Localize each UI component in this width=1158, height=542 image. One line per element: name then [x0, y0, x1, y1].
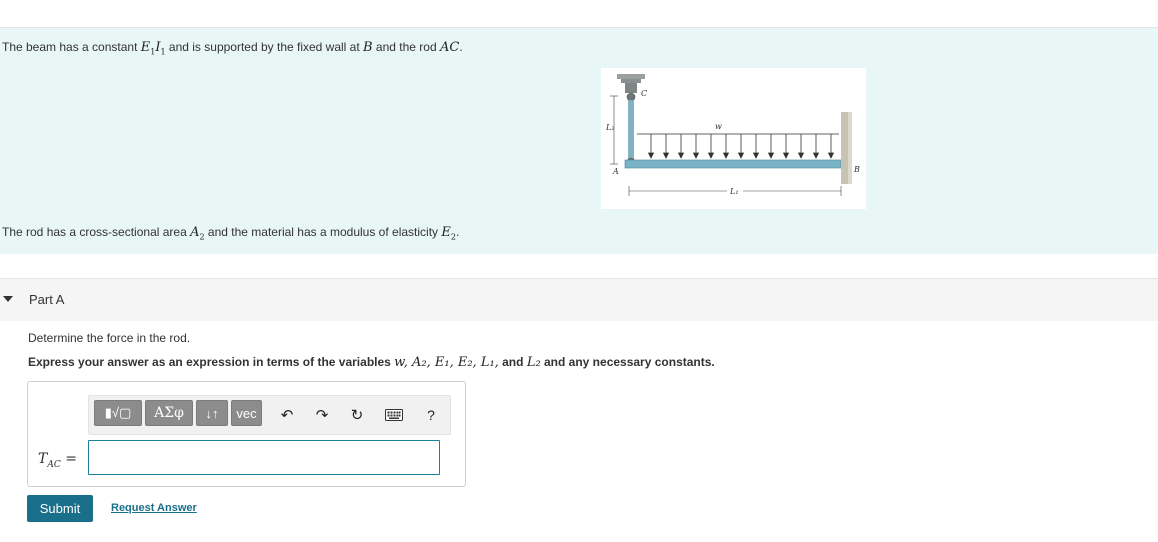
- part-a-header[interactable]: Part A: [0, 278, 1158, 321]
- keyboard-icon[interactable]: [382, 403, 406, 427]
- label-w: w: [715, 122, 722, 131]
- answer-variable-label: TAC =: [38, 451, 77, 470]
- greek-symbols-button[interactable]: ΑΣφ: [145, 400, 193, 426]
- question-text: Determine the force in the rod.: [28, 331, 191, 345]
- math-toolbar: ▮√▢ ΑΣφ ↓↑ vec ↶ ↷ ↻ ?: [88, 395, 451, 435]
- label-c: C: [641, 89, 647, 98]
- label-l1: L₁: [729, 187, 739, 196]
- label-b: B: [853, 165, 860, 174]
- answer-box: ▮√▢ ΑΣφ ↓↑ vec ↶ ↷ ↻ ? TAC =: [27, 381, 466, 487]
- submit-button[interactable]: Submit: [27, 495, 93, 522]
- problem-intro: The beam has a constant E1I1 and is supp…: [0, 28, 1158, 254]
- vector-button[interactable]: vec: [231, 400, 262, 426]
- redo-icon[interactable]: ↷: [310, 403, 334, 427]
- intro-beam-text: The beam has a constant E1I1 and is supp…: [2, 40, 463, 57]
- intro-rod-text: The rod has a cross-sectional area A2 an…: [2, 225, 460, 242]
- subscript-superscript-button[interactable]: ↓↑: [196, 400, 228, 426]
- undo-icon[interactable]: ↶: [275, 403, 299, 427]
- reset-icon[interactable]: ↻: [345, 403, 369, 427]
- part-title: Part A: [29, 292, 65, 307]
- answer-instruction: Express your answer as an expression in …: [28, 355, 715, 370]
- request-answer-link[interactable]: Request Answer: [111, 502, 197, 514]
- beam-diagram: C A B w L₁ L₂: [601, 68, 866, 209]
- label-a: A: [612, 167, 619, 176]
- answer-input[interactable]: [88, 440, 440, 475]
- help-button[interactable]: ?: [419, 403, 443, 427]
- label-l2: L₂: [605, 123, 615, 132]
- templates-button[interactable]: ▮√▢: [94, 400, 142, 426]
- caret-down-icon[interactable]: [3, 296, 13, 302]
